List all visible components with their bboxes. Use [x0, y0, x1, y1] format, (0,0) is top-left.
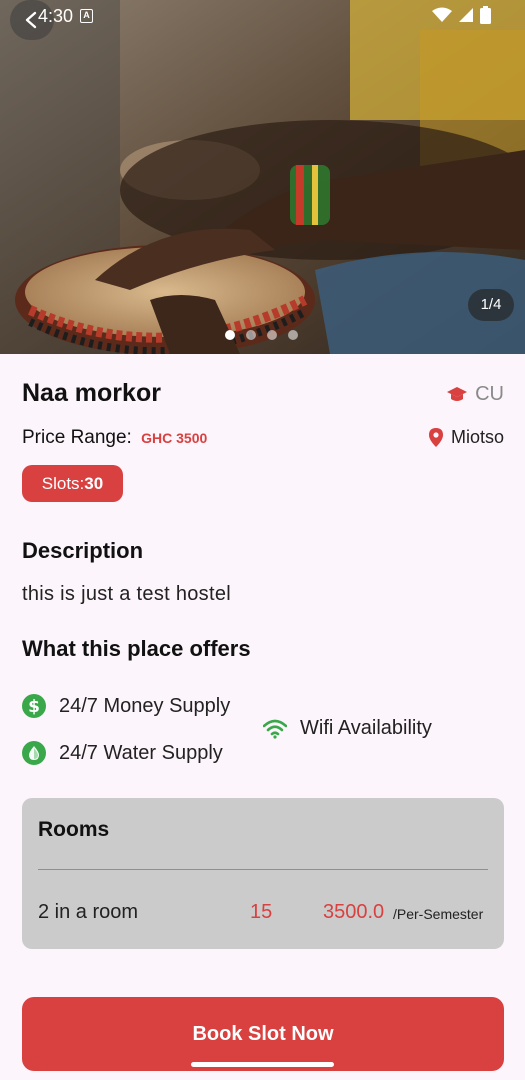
amenity-label: Wifi Availability [300, 717, 432, 739]
system-icons [432, 6, 491, 24]
location-label: Miotso [450, 427, 504, 447]
amenity-money-supply: $ 24/7 Money Supply [22, 694, 230, 718]
price-value: GHC 3500 [141, 430, 208, 446]
amenity-label: 24/7 Water Supply [59, 741, 223, 764]
room-count: 15 [250, 901, 273, 923]
description-text: this is just a test hostel [22, 583, 232, 605]
carousel-dot[interactable] [246, 330, 256, 340]
status-bar: 4:30 A [0, 0, 525, 40]
university-tag: CU [447, 383, 504, 406]
carousel-dot[interactable] [267, 330, 277, 340]
hero-image-carousel[interactable]: 4:30 A 1/4 [0, 0, 525, 354]
amenity-label: 24/7 Money Supply [59, 694, 231, 717]
rooms-card: Rooms 2 in a room 15 3500.0 /Per-Semeste… [22, 798, 504, 949]
carousel-dot[interactable] [225, 330, 235, 340]
status-time: 4:30 [38, 6, 74, 26]
wifi-status-icon [432, 7, 452, 22]
svg-text:$: $ [28, 697, 40, 717]
room-price-unit: /Per-Semester [393, 906, 484, 922]
carousel-dots [225, 330, 298, 340]
home-indicator [191, 1062, 334, 1067]
price-label: Price Range: [22, 427, 132, 448]
wifi-icon [263, 719, 287, 739]
slots-badge: Slots: 30 [22, 465, 123, 502]
carousel-dot[interactable] [288, 330, 298, 340]
signal-icon [459, 8, 473, 22]
image-pager-indicator: 1/4 [468, 289, 514, 321]
room-type: 2 in a room [38, 901, 139, 923]
dollar-icon: $ [22, 694, 46, 718]
hostel-name: Naa morkor [22, 379, 161, 407]
battery-icon [480, 6, 491, 24]
price-range: Price Range: GHC 3500 [22, 427, 207, 449]
amenity-wifi: Wifi Availability [263, 717, 432, 740]
graduation-cap-icon [447, 386, 468, 401]
water-drop-icon [22, 741, 46, 765]
offers-heading: What this place offers [22, 636, 251, 661]
hero-photo [0, 0, 525, 354]
description-heading: Description [22, 538, 144, 563]
university-label: CU [475, 383, 504, 405]
book-slot-label: Book Slot Now [192, 1022, 334, 1045]
slots-label: Slots: [41, 473, 85, 493]
book-slot-button[interactable]: Book Slot Now [22, 997, 504, 1071]
room-price: 3500.0 [323, 901, 385, 923]
rooms-divider [38, 869, 488, 870]
rooms-heading: Rooms [38, 818, 110, 841]
notification-badge: A [80, 9, 93, 23]
amenity-water-supply: 24/7 Water Supply [22, 741, 223, 765]
slots-value: 30 [84, 473, 104, 493]
location-pin-icon [428, 428, 443, 447]
location: Miotso [428, 427, 504, 448]
